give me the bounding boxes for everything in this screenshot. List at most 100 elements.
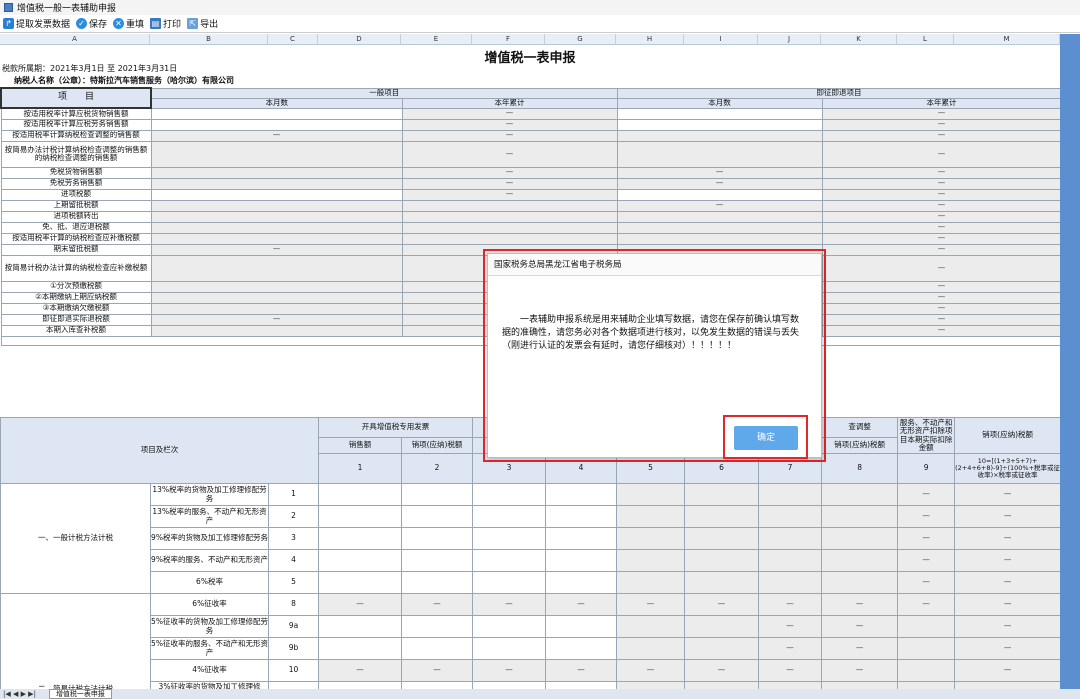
data-cell[interactable] — [545, 615, 618, 638]
data-cell — [150, 140, 403, 168]
data-cell[interactable] — [318, 615, 403, 638]
table-row: 免税劳务销售额 — — — — [0, 177, 1060, 190]
data-cell[interactable] — [401, 681, 474, 689]
data-cell[interactable] — [318, 681, 403, 689]
data-cell: — — [821, 659, 899, 682]
data-cell: — — [545, 659, 618, 682]
vertical-scrollbar[interactable] — [1060, 34, 1080, 689]
sheet-nav-icon[interactable]: |◀ ◀ ▶ ▶| — [3, 690, 36, 698]
data-cell[interactable] — [318, 527, 403, 550]
data-cell — [821, 505, 899, 528]
data-cell[interactable] — [545, 571, 618, 594]
data-cell[interactable] — [318, 549, 403, 572]
column-header[interactable]: E — [401, 34, 472, 45]
row-label: 免税货物销售额 — [0, 166, 152, 179]
column-header[interactable]: J — [758, 34, 821, 45]
column-header[interactable]: I — [684, 34, 758, 45]
row-label: ③本期缴纳欠缴税额 — [0, 302, 152, 315]
column-header[interactable]: F — [472, 34, 545, 45]
row-label: 期末留抵税额 — [0, 243, 152, 256]
data-cell[interactable] — [545, 527, 618, 550]
export-button[interactable]: ⇱ 导出 — [187, 17, 218, 30]
data-cell[interactable] — [545, 637, 618, 660]
data-cell[interactable] — [545, 549, 618, 572]
column-header[interactable]: C — [268, 34, 318, 45]
data-cell[interactable] — [472, 527, 547, 550]
data-cell: — — [318, 593, 403, 616]
data-cell: — — [616, 166, 823, 179]
data-cell — [401, 210, 618, 223]
table-row: 6%税率 5 — — — [1, 571, 1060, 594]
data-cell: — — [401, 166, 618, 179]
data-cell — [954, 681, 1060, 689]
formula-cell: 10=[(1+3+5+7)+(2+4+6+8)-9]÷(100%+税率或征收率)… — [954, 453, 1060, 484]
data-cell[interactable] — [616, 107, 823, 120]
row-label: 进项税额转出 — [0, 210, 152, 223]
data-cell[interactable] — [616, 188, 823, 201]
column-header[interactable]: M — [954, 34, 1060, 45]
data-cell[interactable] — [401, 637, 474, 660]
column-number: 1 — [318, 453, 403, 484]
column-header[interactable]: D — [318, 34, 401, 45]
data-cell[interactable] — [318, 505, 403, 528]
data-cell[interactable] — [318, 571, 403, 594]
data-cell[interactable] — [401, 571, 474, 594]
row-label: 按适用税率计算纳税检查调整的销售额 — [0, 129, 152, 142]
fetch-invoice-button[interactable]: ↱ 提取发票数据 — [3, 17, 70, 30]
data-cell — [616, 210, 823, 223]
row-label: 按适用税率计算的纳税检查应补缴税额 — [0, 232, 152, 245]
row-label: 本期入库查补税额 — [0, 324, 152, 337]
data-cell[interactable] — [472, 483, 547, 506]
column-header[interactable]: K — [821, 34, 897, 45]
print-button[interactable]: ▤ 打印 — [150, 17, 181, 30]
toolbar: ↱ 提取发票数据 ✓ 保存 ✕ 重填 ▤ 打印 ⇱ 导出 — [0, 15, 1080, 33]
table-row: 9%税率的货物及加工修理修配劳务 3 — — — [1, 527, 1060, 550]
data-cell[interactable] — [472, 505, 547, 528]
sheet-tab[interactable]: 增值税一表申报 — [48, 689, 112, 699]
data-cell[interactable] — [401, 505, 474, 528]
data-cell[interactable] — [545, 681, 618, 689]
data-cell: — — [401, 107, 618, 120]
data-cell[interactable] — [318, 637, 403, 660]
table-row: 按适用税率计算应税货物销售额 — — — [0, 107, 1060, 120]
data-cell: — — [545, 593, 618, 616]
data-cell[interactable] — [401, 615, 474, 638]
data-cell[interactable] — [401, 549, 474, 572]
column-header[interactable]: B — [150, 34, 268, 45]
data-cell[interactable] — [150, 118, 403, 131]
column-header[interactable]: L — [897, 34, 954, 45]
data-cell[interactable] — [150, 107, 403, 120]
reset-button[interactable]: ✕ 重填 — [113, 17, 144, 30]
data-cell[interactable] — [472, 571, 547, 594]
row-label: 免税劳务销售额 — [0, 177, 152, 190]
data-cell — [821, 527, 899, 550]
ok-button[interactable]: 确定 — [734, 426, 798, 450]
table-row: 按适用税率计算应税劳务销售额 — — — [0, 118, 1060, 131]
data-cell — [150, 232, 403, 245]
data-cell[interactable] — [472, 681, 547, 689]
data-cell — [150, 302, 403, 315]
data-cell — [897, 615, 956, 638]
column-header[interactable]: H — [616, 34, 684, 45]
data-cell: — — [954, 505, 1060, 528]
data-cell — [684, 505, 760, 528]
row-number: 1 — [267, 483, 320, 506]
row-label: 即征即退实际退税额 — [0, 313, 152, 326]
data-cell[interactable] — [472, 637, 547, 660]
data-cell[interactable] — [472, 549, 547, 572]
data-cell[interactable] — [545, 483, 618, 506]
data-cell — [150, 254, 403, 282]
data-cell[interactable] — [401, 527, 474, 550]
data-cell[interactable] — [401, 483, 474, 506]
data-cell[interactable] — [150, 188, 403, 201]
data-cell: — — [821, 118, 1060, 131]
data-cell[interactable] — [616, 118, 823, 131]
column-header[interactable]: G — [545, 34, 616, 45]
data-cell[interactable] — [545, 505, 618, 528]
row-label: 5%征收率的货物及加工修理修配劳务 — [150, 615, 269, 638]
data-cell[interactable] — [318, 483, 403, 506]
save-button[interactable]: ✓ 保存 — [76, 17, 107, 30]
group-label: 一、一般计税方法计税 — [0, 483, 151, 594]
data-cell[interactable] — [472, 615, 547, 638]
column-header[interactable]: A — [0, 34, 150, 45]
